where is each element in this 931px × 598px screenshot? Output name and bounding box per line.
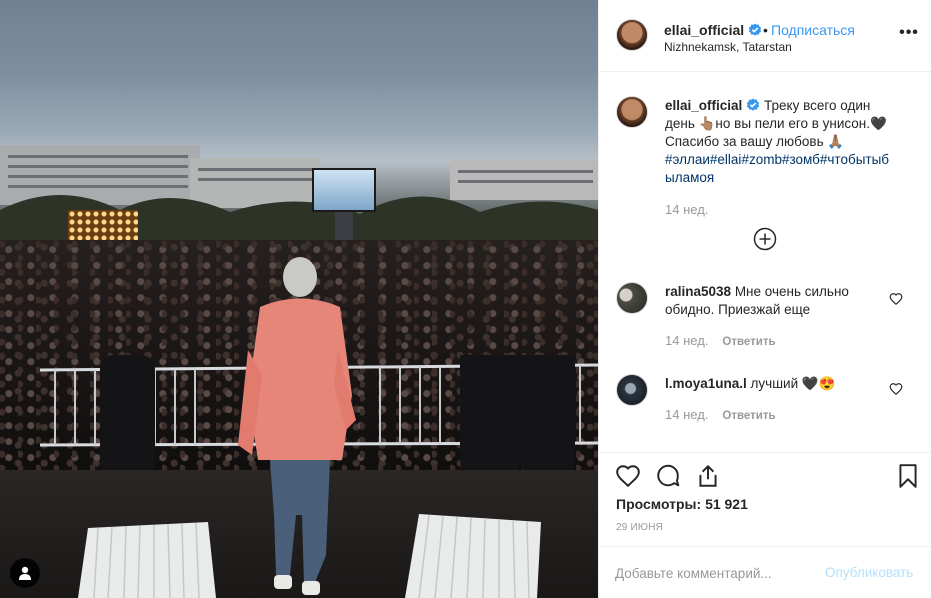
comment-time[interactable]: 14 нед.	[665, 333, 708, 348]
comment-text: ralina5038 Мне очень сильно обидно. Прие…	[665, 283, 895, 319]
hashtag[interactable]: #zomb	[741, 152, 782, 167]
hashtag[interactable]: #эллаи	[665, 152, 710, 167]
avatar[interactable]	[616, 19, 648, 51]
follow-button[interactable]: Подписаться	[771, 22, 855, 38]
verified-badge-icon	[749, 23, 762, 36]
reply-button[interactable]: Ответить	[722, 336, 775, 348]
user-tag-button[interactable]	[10, 558, 40, 588]
post-video[interactable]	[0, 0, 598, 598]
caption-line-2: Спасибо за вашу любовь 🙏🏽	[665, 134, 845, 149]
hashtag[interactable]: #зомб	[782, 152, 820, 167]
comment-body: лучший 🖤😍	[746, 376, 836, 391]
stage-screen	[312, 168, 376, 212]
heart-icon[interactable]	[615, 463, 641, 489]
post-date[interactable]: 29 ИЮНЯ	[616, 522, 663, 533]
comment-icon[interactable]	[655, 463, 681, 489]
reply-button[interactable]: Ответить	[722, 410, 775, 422]
heart-icon[interactable]	[889, 292, 903, 306]
hashtag[interactable]: #ellai	[710, 152, 742, 167]
comment-meta: 14 нед. Ответить	[665, 407, 776, 422]
header-separator: •	[763, 22, 768, 38]
comment-time[interactable]: 14 нед.	[665, 407, 708, 422]
comment-input[interactable]	[615, 563, 825, 583]
comment-meta: 14 нед. Ответить	[665, 333, 776, 348]
avatar[interactable]	[616, 96, 648, 128]
stage-monitor-right	[405, 514, 541, 598]
verified-badge-icon	[747, 98, 760, 111]
post-location[interactable]: Nizhnekamsk, Tatarstan	[664, 40, 792, 54]
user-tag-icon	[19, 566, 31, 580]
caption-time-text[interactable]: 14 нед.	[665, 202, 708, 217]
caption-time: 14 нед.	[665, 202, 708, 217]
post-header: ellai_official • Подписаться Nizhnekamsk…	[599, 0, 931, 72]
comments-list: ellai_official Треку всего один день 👆🏽н…	[599, 72, 931, 452]
header-username[interactable]: ellai_official	[664, 22, 762, 38]
avatar[interactable]	[616, 282, 648, 314]
comment-text: l.moya1una.l лучший 🖤😍	[665, 375, 895, 393]
bookmark-icon[interactable]	[895, 463, 921, 489]
comment-username[interactable]: ralina5038	[665, 284, 731, 299]
plus-circle-icon[interactable]	[753, 227, 777, 251]
views-label: Просмотры:	[616, 496, 702, 512]
stage-monitor-left	[78, 522, 216, 598]
caption-text: ellai_official Треку всего один день 👆🏽н…	[665, 97, 895, 187]
performer	[238, 257, 356, 595]
post-actions: Просмотры: 51 921 29 ИЮНЯ	[599, 452, 931, 552]
views-value: 51 921	[705, 496, 748, 512]
avatar[interactable]	[616, 374, 648, 406]
add-comment-bar: Опубликовать	[599, 546, 931, 598]
share-icon[interactable]	[695, 463, 721, 489]
heart-icon[interactable]	[889, 382, 903, 396]
comment-username[interactable]: l.moya1una.l	[665, 376, 747, 391]
view-count: Просмотры: 51 921	[616, 496, 748, 512]
caption-username[interactable]: ellai_official	[665, 98, 742, 113]
publish-button[interactable]: Опубликовать	[825, 565, 913, 580]
post-side-panel: ellai_official • Подписаться Nizhnekamsk…	[598, 0, 931, 598]
more-options-icon[interactable]: •••	[897, 24, 921, 44]
